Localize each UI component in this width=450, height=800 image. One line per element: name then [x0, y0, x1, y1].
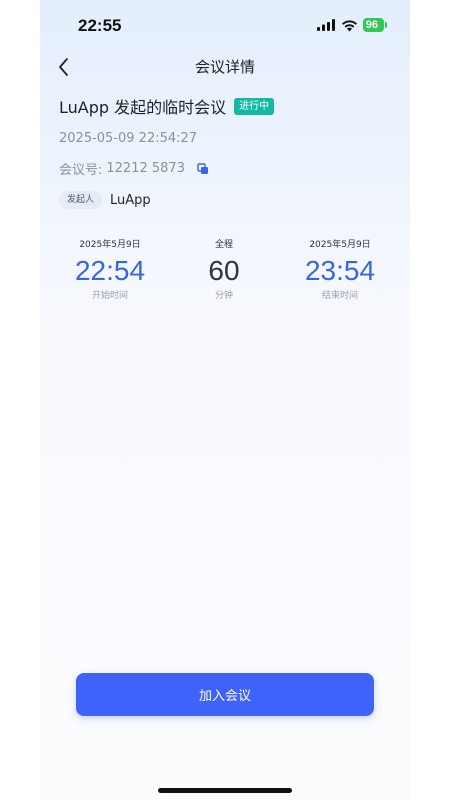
end-date: 2025年5月9日 — [309, 240, 371, 250]
page-title: 会议详情 — [194, 58, 255, 76]
join-meeting-button[interactable]: 加入会议 — [76, 673, 374, 716]
meeting-datetime: 2025-05-09 22:54:27 — [59, 131, 198, 146]
page: 22:55 96 会议详情 LuApp 发起的临时会议 进行中 2025-05-… — [0, 0, 450, 800]
start-time: 22:54 — [74, 255, 146, 286]
duration-block: 全程 60 分钟 — [174, 239, 274, 301]
end-time-label: 结束时间 — [321, 291, 358, 301]
host-name: LuApp — [110, 192, 151, 208]
start-time-block: 2025年5月9日 22:54 开始时间 — [60, 239, 160, 301]
duration-value: 60 — [208, 255, 240, 286]
status-badge: 进行中 — [234, 97, 275, 115]
host-tag: 发起人 — [59, 191, 103, 209]
phone-screen: 22:55 96 会议详情 LuApp 发起的临时会议 进行中 2025-05-… — [40, 0, 410, 800]
start-time-label: 开始时间 — [91, 291, 128, 301]
copy-icon[interactable] — [197, 162, 209, 175]
meeting-title: LuApp 发起的临时会议 — [59, 98, 227, 117]
home-indicator — [158, 788, 292, 793]
duration-unit: 分钟 — [214, 291, 233, 301]
signal-icon — [316, 19, 336, 31]
meeting-id-label: 会议号: — [59, 163, 103, 178]
status-icons: 96 — [316, 16, 388, 34]
battery-indicator: 96 — [362, 18, 388, 32]
wifi-icon — [341, 19, 358, 32]
meeting-id-value: 12212 5873 — [106, 161, 185, 176]
meeting-id-row: 会议号: 12212 5873 — [59, 159, 209, 178]
duration-label: 全程 — [214, 240, 233, 250]
end-time-block: 2025年5月9日 23:54 结束时间 — [290, 239, 390, 301]
host-row: 发起人 LuApp — [59, 191, 151, 209]
start-date: 2025年5月9日 — [79, 240, 141, 250]
end-time: 23:54 — [304, 255, 376, 286]
status-time: 22:55 — [78, 16, 122, 35]
meeting-title-row: LuApp 发起的临时会议 进行中 — [59, 94, 275, 118]
